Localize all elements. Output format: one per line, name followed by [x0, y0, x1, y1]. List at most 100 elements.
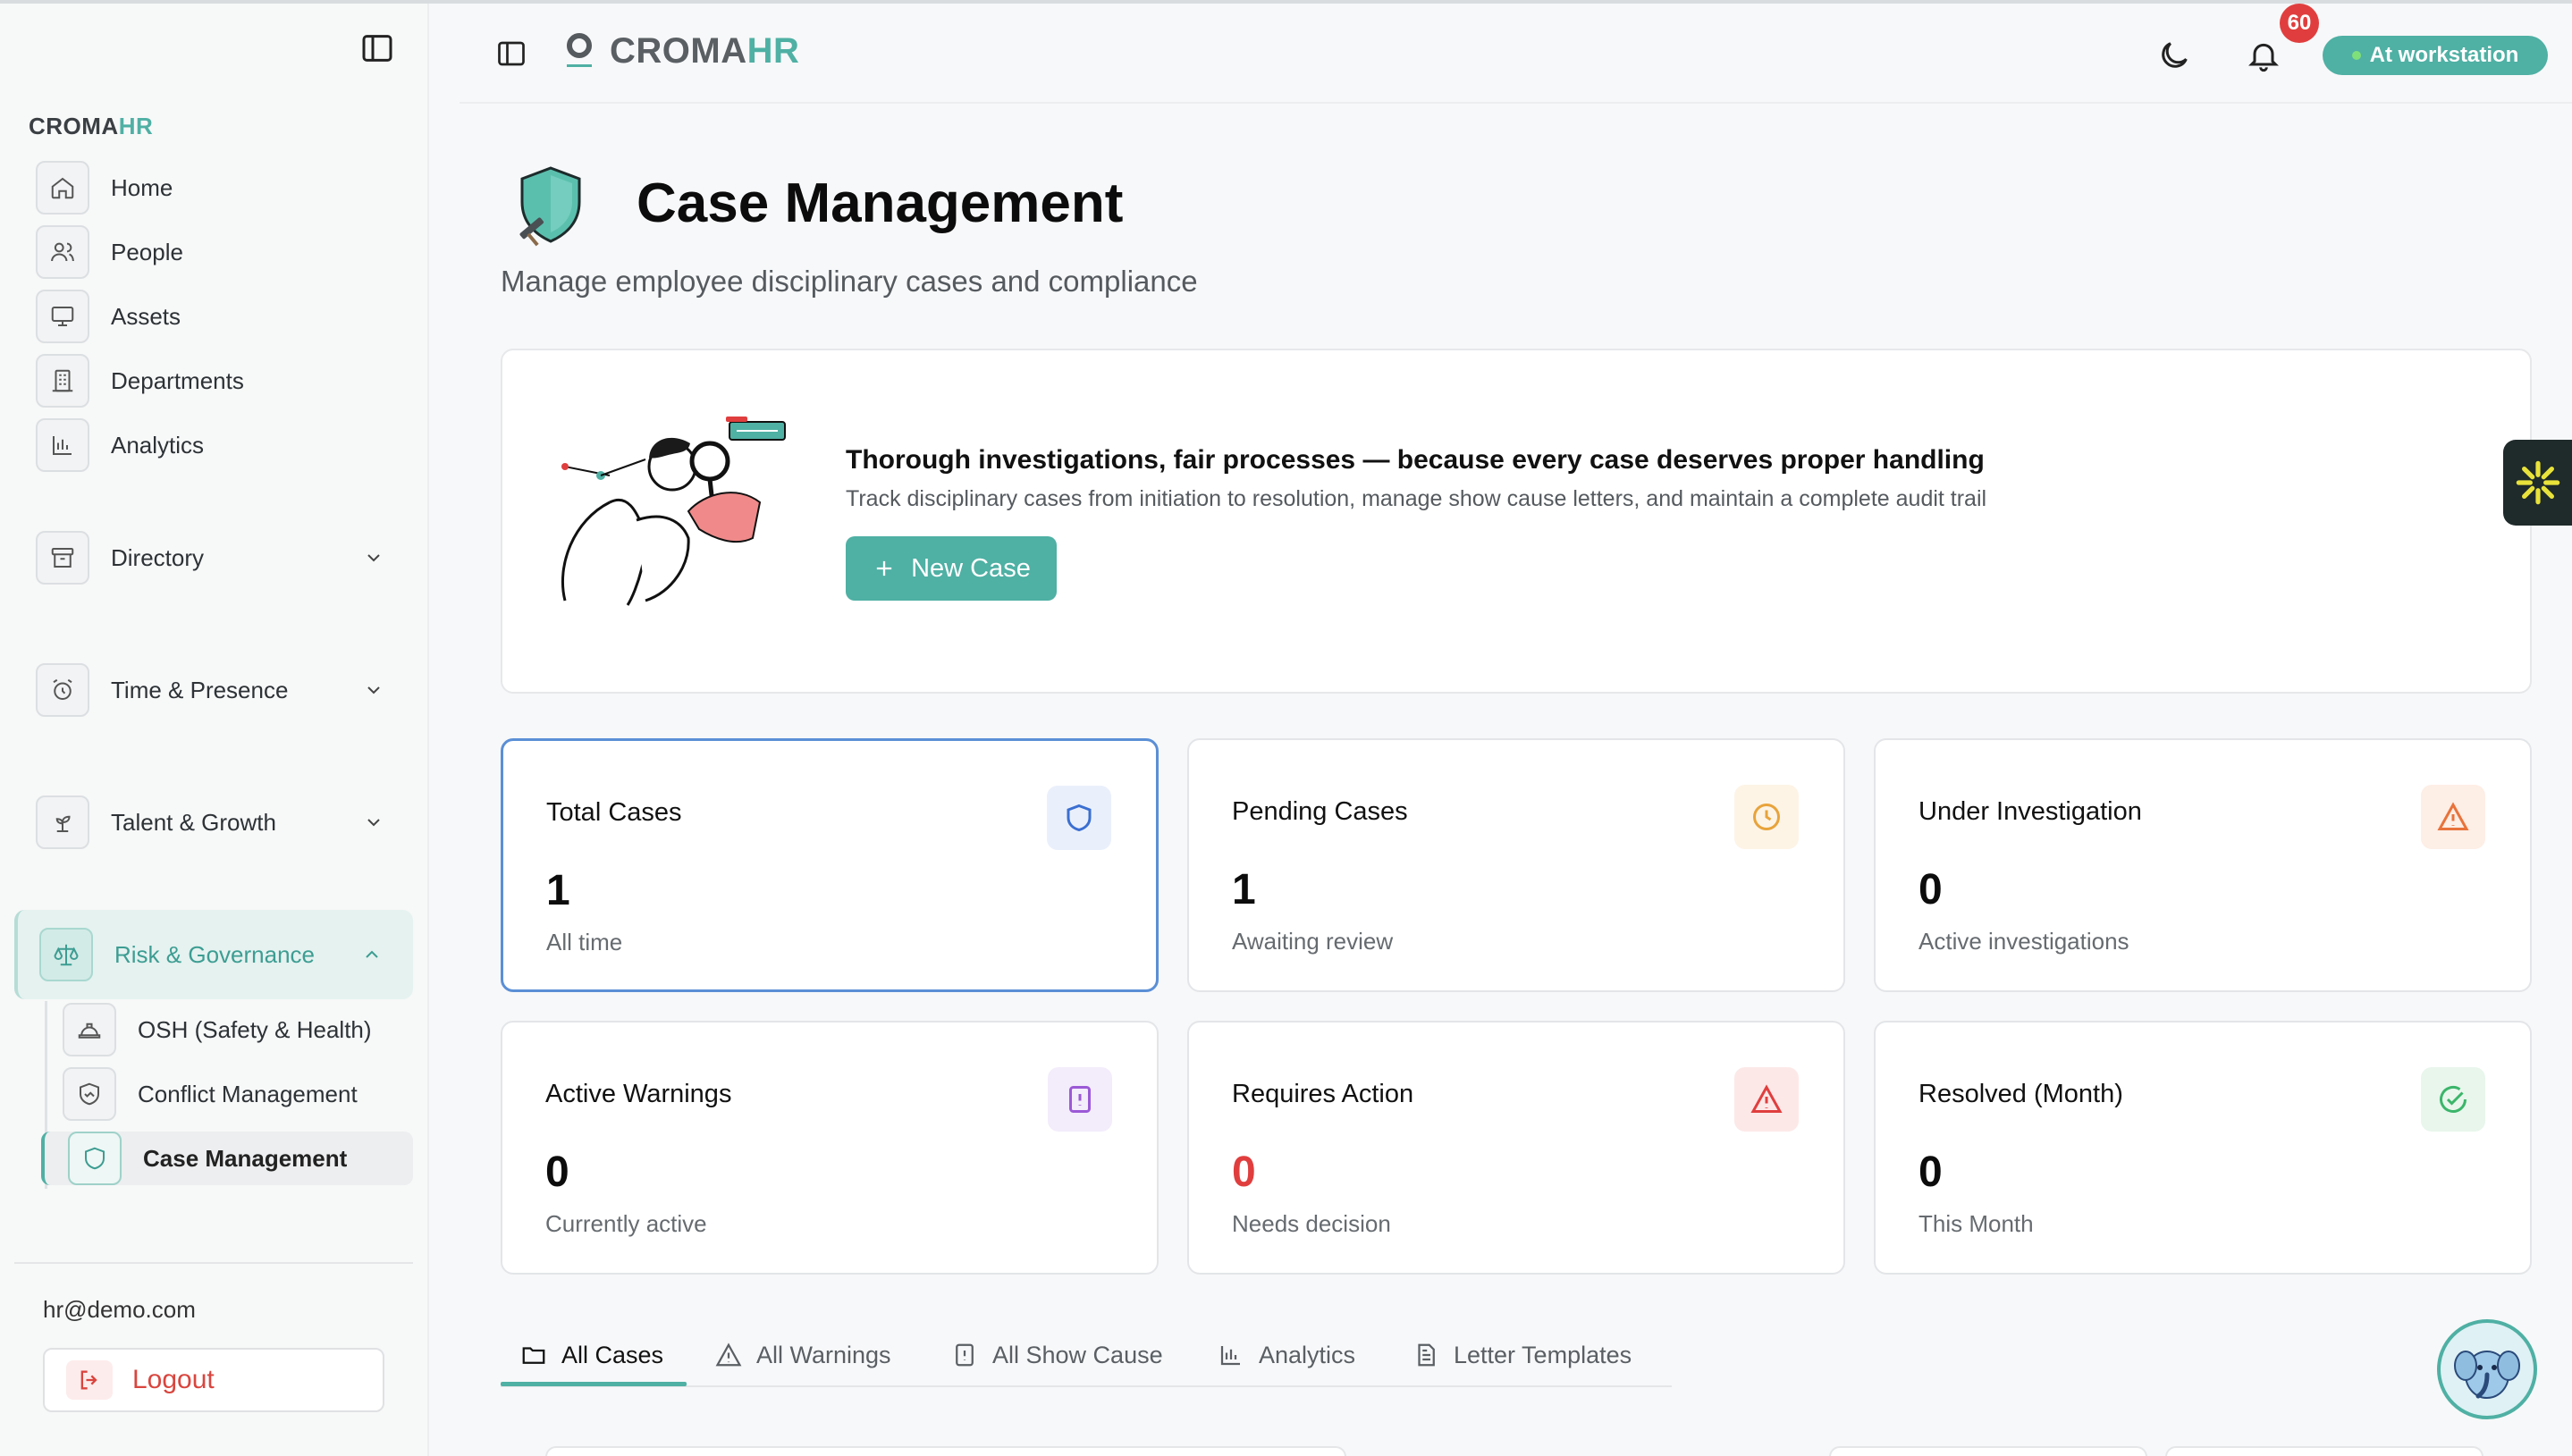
stat-card-under-investigation[interactable]: Under Investigation 0 Active investigati… [1874, 738, 2532, 992]
new-case-button[interactable]: New Case [846, 536, 1057, 601]
tab-label: All Warnings [756, 1341, 891, 1368]
sidebar-item-talent-growth[interactable]: Talent & Growth [36, 795, 411, 849]
sidebar: CROMAHR Home People Assets Departments A… [0, 4, 429, 1456]
stat-value: 0 [1918, 1149, 1943, 1196]
stat-value: 0 [545, 1149, 569, 1196]
tab-label: All Show Cause [992, 1341, 1163, 1368]
users-icon [36, 225, 89, 279]
sprout-icon [36, 795, 89, 849]
sidebar-subitem-osh[interactable]: OSH (Safety & Health) [63, 1003, 413, 1056]
tab-analytics[interactable]: Analytics [1218, 1323, 1355, 1387]
tab-letter-templates[interactable]: Letter Templates [1412, 1323, 1632, 1387]
page-title: Case Management [637, 173, 1124, 234]
new-case-label: New Case [911, 553, 1031, 583]
stat-card-requires-action[interactable]: Requires Action 0 Needs decision [1187, 1021, 1845, 1275]
stat-subtext: This Month [1918, 1210, 2034, 1237]
hero-banner: Thorough investigations, fair processes … [501, 349, 2532, 694]
sidebar-subitem-label: Case Management [143, 1144, 348, 1172]
sidebar-item-label: Analytics [111, 431, 205, 459]
sidebar-subitem-case-management[interactable]: Case Management [41, 1132, 413, 1185]
shield-icon [68, 1132, 122, 1185]
chevron-down-icon [367, 554, 380, 562]
sidebar-toggle-icon[interactable] [359, 30, 395, 66]
sidebar-item-label: Risk & Governance [114, 940, 315, 968]
stat-value: 0 [1232, 1149, 1256, 1196]
chevron-down-icon [367, 686, 380, 694]
check-circle-icon [2421, 1067, 2485, 1132]
search-panel-edge [545, 1446, 1346, 1456]
stat-subtext: Needs decision [1232, 1210, 1391, 1237]
moon-icon[interactable] [2156, 38, 2192, 73]
sidebar-item-people[interactable]: People [36, 225, 411, 279]
sidebar-item-departments[interactable]: Departments [36, 354, 411, 408]
stat-label: Under Investigation [1918, 797, 2142, 826]
stat-subtext: Awaiting review [1232, 928, 1394, 955]
user-email: hr@demo.com [43, 1296, 196, 1323]
alert-triangle-icon [1734, 1067, 1799, 1132]
top-header: CROMAHR 60 At workstation [460, 4, 2572, 104]
alarm-clock-icon [36, 663, 89, 717]
bell-icon[interactable] [2246, 38, 2281, 73]
stat-card-pending-cases[interactable]: Pending Cases 1 Awaiting review [1187, 738, 1845, 992]
monitor-icon [36, 290, 89, 343]
bar-chart-icon [1220, 1346, 1240, 1366]
logout-icon [66, 1360, 113, 1400]
sidebar-item-label: Home [111, 173, 173, 201]
app-logo[interactable]: CROMAHR [563, 30, 799, 72]
investigator-illustration [561, 417, 786, 606]
filter-panel-edge [2165, 1446, 2483, 1456]
hero-description: Track disciplinary cases from initiation… [846, 486, 1987, 511]
tab-all-cases[interactable]: All Cases [520, 1323, 663, 1387]
notification-badge: 60 [2280, 4, 2319, 43]
warning-icon [2421, 785, 2485, 849]
sidebar-divider [14, 1262, 413, 1264]
logo-wordmark: CROMAHR [610, 30, 800, 71]
sidebar-item-risk-governance[interactable]: Risk & Governance [39, 928, 409, 981]
tab-label: Letter Templates [1454, 1341, 1632, 1368]
stat-label: Requires Action [1232, 1080, 1414, 1108]
sidebar-toggle-icon[interactable] [495, 38, 527, 70]
bar-chart-icon [36, 418, 89, 472]
stat-card-resolved-month[interactable]: Resolved (Month) 0 This Month [1874, 1021, 2532, 1275]
tab-label: All Cases [561, 1341, 664, 1368]
plus-icon [876, 560, 892, 577]
logout-label: Logout [132, 1365, 215, 1394]
sidebar-item-directory[interactable]: Directory [36, 531, 411, 585]
building-icon [36, 354, 89, 408]
sidebar-item-label: Assets [111, 302, 181, 330]
sidebar-item-assets[interactable]: Assets [36, 290, 411, 343]
stat-card-active-warnings[interactable]: Active Warnings 0 Currently active [501, 1021, 1159, 1275]
sidebar-item-home[interactable]: Home [36, 161, 411, 215]
tab-all-show-cause[interactable]: All Show Cause [951, 1323, 1163, 1387]
sidebar-item-analytics[interactable]: Analytics [36, 418, 411, 472]
filter-panel-edge [1829, 1446, 2147, 1456]
sidebar-item-label: Departments [111, 366, 244, 394]
sidebar-item-label: Time & Presence [111, 676, 289, 703]
stat-label: Total Cases [546, 798, 682, 827]
tab-all-warnings[interactable]: All Warnings [715, 1323, 891, 1387]
stat-value: 0 [1918, 866, 1943, 913]
stat-label: Resolved (Month) [1918, 1080, 2123, 1108]
stat-value: 1 [546, 867, 570, 914]
status-label: At workstation [2369, 43, 2519, 67]
floating-widget-tab[interactable] [2503, 440, 2572, 526]
stat-label: Pending Cases [1232, 797, 1408, 826]
tab-label: Analytics [1259, 1341, 1356, 1368]
stat-card-total-cases[interactable]: Total Cases 1 All time [501, 738, 1159, 992]
stat-subtext: Active investigations [1918, 928, 2129, 955]
sidebar-item-label: Directory [111, 543, 205, 571]
logout-button[interactable]: Logout [43, 1348, 384, 1412]
status-pill[interactable]: At workstation [2323, 36, 2548, 75]
file-text-icon [1418, 1343, 1435, 1367]
stat-subtext: All time [546, 929, 623, 955]
assistant-mascot-button[interactable] [2437, 1319, 2537, 1419]
shield-gavel-icon [519, 166, 581, 247]
sidebar-item-label: Talent & Growth [111, 808, 276, 836]
alert-file-icon [956, 1343, 974, 1367]
page-subtitle: Manage employee disciplinary cases and c… [501, 265, 1198, 298]
folder-icon [522, 1347, 545, 1364]
hard-hat-icon [63, 1003, 116, 1056]
clock-icon [1734, 785, 1799, 849]
sidebar-subitem-conflict-management[interactable]: Conflict Management [63, 1067, 413, 1121]
sidebar-item-time-presence[interactable]: Time & Presence [36, 663, 411, 717]
